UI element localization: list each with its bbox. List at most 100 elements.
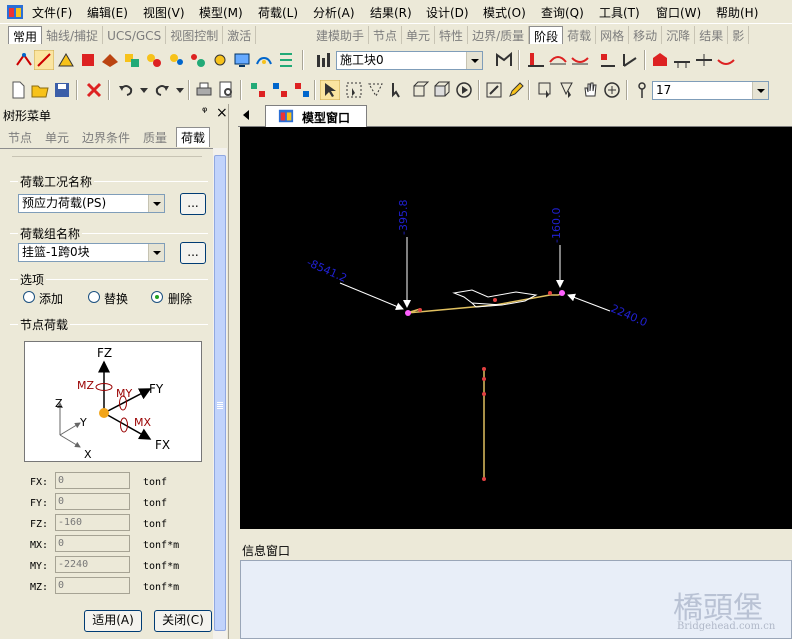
- cable-stage-icon[interactable]: [570, 50, 590, 70]
- stage-manager-icon[interactable]: [494, 50, 514, 70]
- node-table-icon[interactable]: [248, 80, 268, 100]
- print-preview-icon[interactable]: [216, 80, 236, 100]
- node-marker[interactable]: [482, 392, 486, 396]
- panel-tab-mass[interactable]: 质量: [143, 128, 167, 148]
- tab-element[interactable]: 单元: [402, 26, 436, 44]
- menu-mode[interactable]: 模式(O): [483, 4, 526, 21]
- tab-modeling-assistant[interactable]: 建模助手: [312, 26, 370, 44]
- pin-panel-icon[interactable]: ᵠ: [202, 105, 207, 120]
- rotate-node-icon[interactable]: [166, 50, 186, 70]
- tab-property[interactable]: 特性: [435, 26, 469, 44]
- save-icon[interactable]: [52, 80, 72, 100]
- hidden-icon[interactable]: [254, 50, 274, 70]
- tab-node[interactable]: 节点: [369, 26, 403, 44]
- panel-tab-node[interactable]: 节点: [8, 128, 32, 148]
- model-viewport[interactable]: -395.8 -8541.2 -160.0 2240.0: [240, 127, 792, 529]
- select-pointer-icon[interactable]: [320, 80, 340, 100]
- query-icon[interactable]: [484, 80, 504, 100]
- stage-combo[interactable]: 施工块0: [336, 51, 483, 70]
- load-case-combo[interactable]: 预应力荷载(PS): [18, 194, 165, 213]
- tab-settlement[interactable]: 沉降: [662, 26, 696, 44]
- model-canvas[interactable]: -395.8 -8541.2 -160.0 2240.0: [240, 127, 792, 529]
- select-polygon-icon[interactable]: [366, 80, 386, 100]
- panel-tab-boundary[interactable]: 边界条件: [82, 128, 130, 148]
- menu-query[interactable]: 查询(Q): [541, 4, 584, 21]
- field-mz-input[interactable]: 0: [55, 577, 130, 594]
- unselect-window-icon[interactable]: [536, 80, 556, 100]
- panel-tab-load[interactable]: 荷载: [176, 127, 211, 147]
- chevron-down-icon[interactable]: [752, 82, 768, 99]
- load-case-browse-button[interactable]: ...: [180, 193, 206, 215]
- tab-influence[interactable]: 影: [728, 26, 750, 44]
- field-fy-input[interactable]: 0: [55, 493, 130, 510]
- node-marker[interactable]: [482, 367, 486, 371]
- node-marker[interactable]: [418, 308, 422, 312]
- arch-stage-icon[interactable]: [548, 50, 568, 70]
- load-group-combo[interactable]: 挂篮-1跨0块: [18, 243, 165, 262]
- tab-common[interactable]: 常用: [8, 26, 43, 44]
- menu-view[interactable]: 视图(V): [143, 4, 185, 21]
- menu-analysis[interactable]: 分析(A): [313, 4, 355, 21]
- close-button[interactable]: 关闭(C): [154, 610, 212, 632]
- line-icon[interactable]: [34, 50, 54, 70]
- chevron-down-icon[interactable]: [148, 195, 164, 212]
- construction-stage-icon[interactable]: [314, 50, 334, 70]
- edit-pen-icon[interactable]: [506, 80, 526, 100]
- undo-icon[interactable]: [116, 80, 136, 100]
- tab-mesh[interactable]: 网格: [596, 26, 630, 44]
- element-table-icon[interactable]: [270, 80, 290, 100]
- number-combo[interactable]: 17: [652, 81, 769, 100]
- selected-node-right[interactable]: [559, 290, 565, 296]
- tab-model-window[interactable]: 模型窗口: [265, 105, 367, 127]
- tab-results[interactable]: 结果: [695, 26, 729, 44]
- menu-tools[interactable]: 工具(T): [599, 4, 640, 21]
- menu-window[interactable]: 窗口(W): [656, 4, 701, 21]
- scale-node-icon[interactable]: [188, 50, 208, 70]
- field-fz-input[interactable]: -160: [55, 514, 130, 531]
- option-delete-radio[interactable]: [151, 291, 163, 303]
- node-marker[interactable]: [482, 377, 486, 381]
- pier-stage-icon[interactable]: [672, 50, 692, 70]
- node-marker[interactable]: [482, 477, 486, 481]
- hand-pan-icon[interactable]: [580, 80, 600, 100]
- selected-node-left[interactable]: [405, 310, 411, 316]
- menu-load[interactable]: 荷载(L): [258, 4, 298, 21]
- select-window-icon[interactable]: [344, 80, 364, 100]
- option-add-radio[interactable]: [23, 291, 35, 303]
- tendon-stage-icon[interactable]: [598, 50, 618, 70]
- solid-icon[interactable]: [100, 50, 120, 70]
- menu-edit[interactable]: 编辑(E): [87, 4, 128, 21]
- field-mx-input[interactable]: 0: [55, 535, 130, 552]
- node-marker[interactable]: [548, 291, 552, 295]
- support-stage-icon[interactable]: [526, 50, 546, 70]
- select-intersect-icon[interactable]: [388, 80, 408, 100]
- mirror-node-icon[interactable]: [210, 50, 230, 70]
- grid-snap-icon[interactable]: [56, 50, 76, 70]
- option-replace-radio[interactable]: [88, 291, 100, 303]
- copy-node-icon[interactable]: [122, 50, 142, 70]
- chevron-down-icon[interactable]: [466, 52, 482, 69]
- curve-stage-icon[interactable]: [716, 50, 736, 70]
- print-icon[interactable]: [194, 80, 214, 100]
- chevron-down-icon[interactable]: [148, 244, 164, 261]
- box-stage-icon[interactable]: [650, 50, 670, 70]
- redo-icon[interactable]: [152, 80, 172, 100]
- tab-view-control[interactable]: 视图控制: [166, 26, 224, 44]
- menu-design[interactable]: 设计(D): [426, 4, 469, 21]
- select-property-icon[interactable]: [454, 80, 474, 100]
- node-marker[interactable]: [493, 298, 497, 302]
- close-panel-icon[interactable]: ×: [216, 105, 228, 121]
- panel-tab-element[interactable]: 单元: [45, 128, 69, 148]
- pin-icon[interactable]: [632, 80, 652, 100]
- menu-file[interactable]: 文件(F): [32, 4, 72, 21]
- select-plane-icon[interactable]: [410, 80, 430, 100]
- tab-scroll-left-icon[interactable]: [241, 109, 251, 121]
- new-file-icon[interactable]: [8, 80, 28, 100]
- element-snap-icon[interactable]: [78, 50, 98, 70]
- tab-ucs-gcs[interactable]: UCS/GCS: [103, 26, 167, 44]
- panel-scrollbar-thumb[interactable]: [214, 155, 226, 631]
- delete-icon[interactable]: [84, 80, 104, 100]
- menu-results[interactable]: 结果(R): [370, 4, 412, 21]
- tab-stage[interactable]: 阶段: [529, 26, 564, 44]
- move-node-icon[interactable]: [144, 50, 164, 70]
